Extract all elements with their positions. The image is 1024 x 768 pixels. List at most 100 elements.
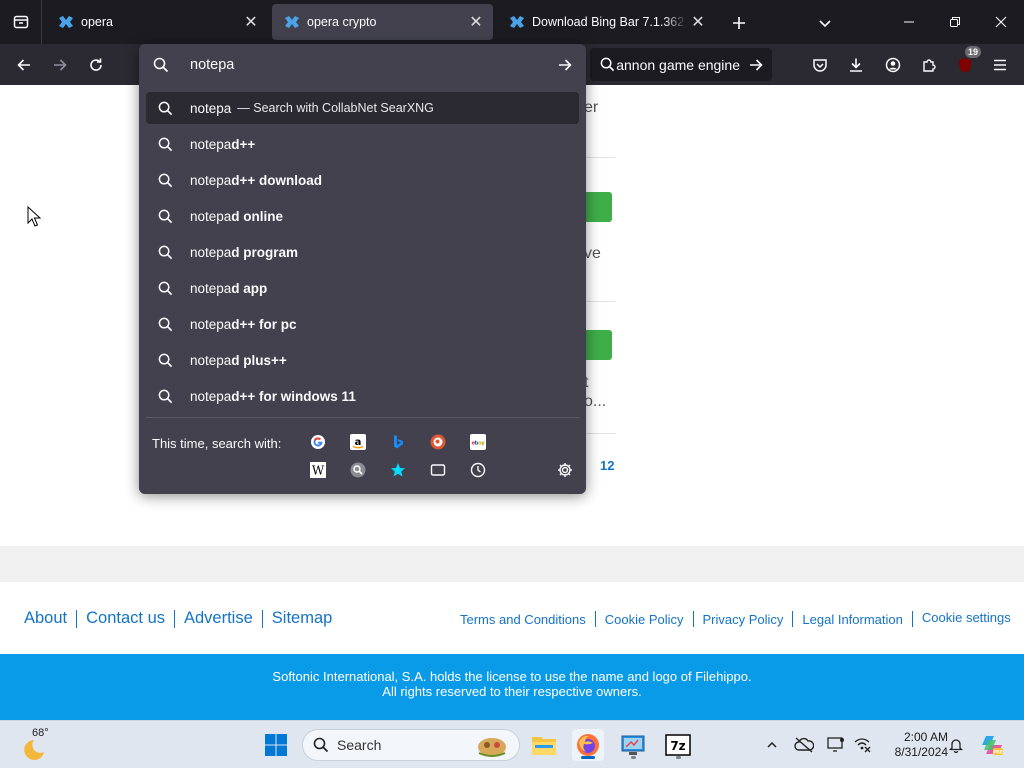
downloads-button[interactable] xyxy=(841,50,871,80)
urlbar-input[interactable] xyxy=(183,56,550,73)
svg-text:PRE: PRE xyxy=(993,750,1003,756)
system-clock[interactable]: 2:00 AM 8/31/2024 xyxy=(878,730,948,760)
legal-nav: Terms and Conditions Cookie Policy Priva… xyxy=(460,610,1011,627)
new-tab-button[interactable] xyxy=(726,10,752,36)
search-icon xyxy=(158,281,180,296)
start-button[interactable] xyxy=(260,729,292,761)
tab-opera-crypto[interactable]: opera crypto ✕ xyxy=(272,4,493,40)
page-text-fragment: er xyxy=(584,99,599,116)
search-icon xyxy=(158,173,180,188)
tab-opera[interactable]: opera ✕ xyxy=(46,4,268,40)
copilot-icon: PRE xyxy=(982,736,1003,756)
taskbar-7zip[interactable]: 7z xyxy=(662,729,694,761)
search-suggestion-row[interactable]: notepa d++ xyxy=(146,128,579,160)
separator xyxy=(261,609,263,628)
taskbar-search[interactable]: Search xyxy=(302,729,520,761)
license-text: All rights reserved to their respective … xyxy=(382,684,642,699)
search-suggestion-row[interactable]: notepa d++ for pc xyxy=(146,308,579,340)
suggestion-completion-text: d app xyxy=(231,280,268,296)
search-icon xyxy=(158,101,180,116)
search-suggestion-row[interactable]: notepa d++ download xyxy=(146,164,579,196)
close-tab-icon[interactable]: ✕ xyxy=(687,11,709,33)
pagination-link[interactable]: 12 xyxy=(600,458,614,473)
search-suggestion-row[interactable]: notepa d++ for windows 11 xyxy=(146,380,579,412)
suggestion-typed-text: notepa xyxy=(190,388,232,404)
arrow-right-icon[interactable] xyxy=(748,57,764,73)
one-off-search-label: This time, search with: xyxy=(152,436,282,451)
taskbar-control-panel[interactable] xyxy=(617,729,649,761)
suggestion-typed-text: notepa xyxy=(190,208,232,224)
firefox-icon xyxy=(577,734,599,756)
legal-link-cookie-policy[interactable]: Cookie Policy xyxy=(605,612,684,627)
reload-button[interactable] xyxy=(81,50,111,80)
running-indicator xyxy=(631,756,636,759)
restore-button[interactable] xyxy=(932,0,978,44)
suggestion-completion-text: d online xyxy=(231,208,284,224)
history-icon[interactable] xyxy=(466,458,490,482)
display-tray[interactable] xyxy=(826,735,846,755)
search-icon xyxy=(153,57,183,73)
weather-widget[interactable]: 68° xyxy=(18,727,68,763)
footer-nav: About Contact us Advertise Sitemap xyxy=(24,609,332,628)
search-suggestion-row[interactable]: notepa d program xyxy=(146,236,579,268)
google-icon[interactable] xyxy=(306,430,330,454)
suggestion-completion-text: d++ for windows 11 xyxy=(231,388,356,404)
legal-link-legal-info[interactable]: Legal Information xyxy=(802,612,902,627)
taskbar-file-explorer[interactable] xyxy=(528,729,560,761)
firefox-view-button[interactable] xyxy=(0,0,42,44)
legal-link-privacy[interactable]: Privacy Policy xyxy=(703,612,784,627)
onedrive-tray[interactable] xyxy=(794,735,814,755)
footer-link-about[interactable]: About xyxy=(24,609,67,628)
search-suggestion-row[interactable]: notepa d online xyxy=(146,200,579,232)
taskbar-firefox[interactable] xyxy=(572,729,604,761)
amazon-icon[interactable]: a xyxy=(346,430,370,454)
search-settings-gear-icon[interactable] xyxy=(553,458,577,482)
tab-bing-bar[interactable]: Download Bing Bar 7.1.362.0 for ✕ xyxy=(497,4,715,40)
tabs-icon[interactable] xyxy=(426,458,450,482)
wikipedia-icon[interactable]: W xyxy=(306,458,330,482)
show-hidden-icons-button[interactable] xyxy=(762,735,782,755)
chevron-down-icon xyxy=(819,20,831,28)
account-button[interactable] xyxy=(878,50,908,80)
minimize-button[interactable] xyxy=(886,0,932,44)
mouse-cursor-icon xyxy=(27,206,41,227)
clock-time: 2:00 AM xyxy=(903,730,948,744)
close-tab-icon[interactable]: ✕ xyxy=(465,11,487,33)
page-text-fragment: o... xyxy=(584,393,607,410)
duckduckgo-icon[interactable] xyxy=(426,430,450,454)
app-menu-button[interactable] xyxy=(985,50,1015,80)
footer-link-sitemap[interactable]: Sitemap xyxy=(272,609,333,628)
network-tray[interactable] xyxy=(852,735,872,755)
footer-link-contact[interactable]: Contact us xyxy=(86,609,165,628)
urlbar-result-search[interactable]: notepa — Search with CollabNet SearXNG xyxy=(146,92,579,124)
legal-link-terms[interactable]: Terms and Conditions xyxy=(460,612,586,627)
running-indicator xyxy=(581,756,595,759)
tab-favicon-icon xyxy=(285,16,299,28)
bing-icon[interactable] xyxy=(386,430,410,454)
legal-link-cookie-settings[interactable]: Cookie settings xyxy=(922,610,1011,625)
footer-link-advertise[interactable]: Advertise xyxy=(184,609,253,628)
ublock-extension-button[interactable]: 19 xyxy=(950,46,981,80)
forward-button[interactable] xyxy=(45,50,75,80)
taskbar-copilot[interactable]: PRE xyxy=(976,729,1008,761)
pocket-button[interactable] xyxy=(805,50,835,80)
cloud-offline-icon xyxy=(794,737,814,753)
search-suggestion-row[interactable]: notepa d app xyxy=(146,272,579,304)
account-icon xyxy=(885,57,901,73)
suggestion-typed-text: notepa xyxy=(190,280,232,296)
search-icon xyxy=(313,737,329,753)
list-all-tabs-button[interactable] xyxy=(812,10,838,36)
suggestion-typed-text: notepa xyxy=(190,316,232,332)
bookmarks-icon[interactable] xyxy=(386,458,410,482)
search-bar[interactable]: annon game engine xyxy=(590,48,772,81)
close-window-button[interactable] xyxy=(978,0,1024,44)
close-tab-icon[interactable]: ✕ xyxy=(240,11,262,33)
searxng-icon[interactable] xyxy=(346,458,370,482)
extensions-button[interactable] xyxy=(914,50,944,80)
notifications-button[interactable] xyxy=(946,735,966,755)
go-arrow-icon[interactable] xyxy=(550,57,580,73)
back-button[interactable] xyxy=(9,50,39,80)
svg-text:y: y xyxy=(481,441,485,447)
search-suggestion-row[interactable]: notepa d plus++ xyxy=(146,344,579,376)
ebay-icon[interactable]: ebay xyxy=(466,430,490,454)
